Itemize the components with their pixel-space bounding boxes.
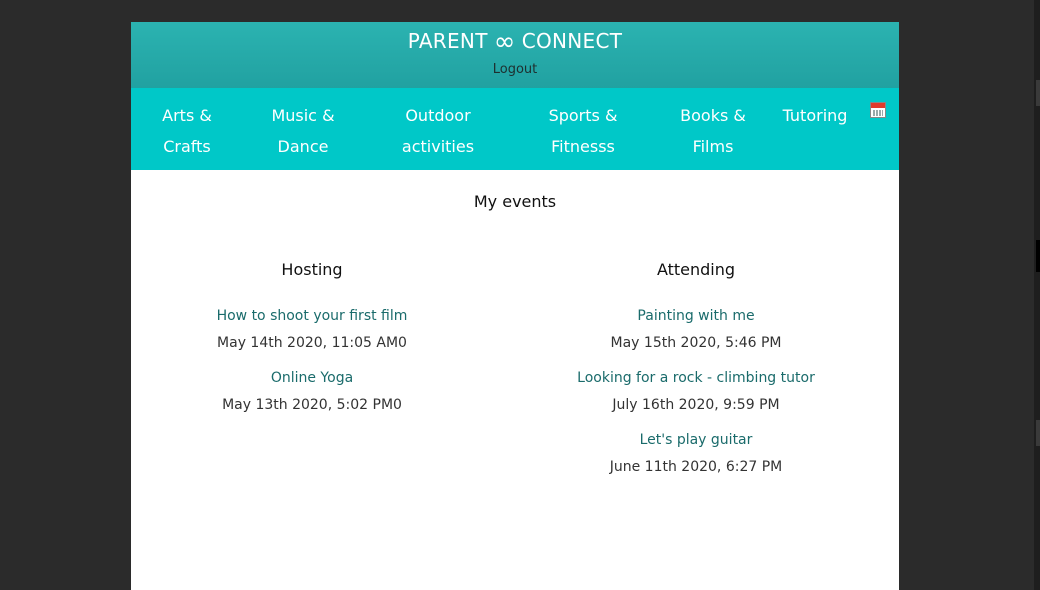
event-date: July 16th 2020, 9:59 PM [612, 397, 780, 413]
attending-column: Attending Painting with me May 15th 2020… [536, 260, 856, 493]
nav-item-label: Sports & [548, 106, 618, 125]
nav-item-label: Dance [277, 137, 329, 156]
event-title-link[interactable]: Painting with me [536, 307, 856, 325]
nav-item-sports-fitness[interactable]: Sports & Fitnesss [533, 100, 633, 162]
event-item: Painting with me May 15th 2020, 5:46 PM [536, 307, 856, 352]
nav-item-label: Arts & [162, 106, 212, 125]
event-date: June 11th 2020, 6:27 PM [609, 459, 783, 475]
event-item: Looking for a rock - climbing tutor July… [536, 369, 856, 414]
category-nav: Arts & Crafts Music & Dance Outdoor acti… [131, 88, 899, 170]
event-date: May 13th 2020, 5:02 PM0 [222, 397, 402, 413]
hosting-column: Hosting How to shoot your first film May… [152, 260, 472, 431]
brand-logo[interactable]: PARENT ∞ CONNECT [131, 22, 899, 57]
nav-item-label: Crafts [163, 137, 211, 156]
calendar-grid [873, 110, 883, 116]
calendar-header [871, 103, 885, 108]
infinity-icon: ∞ [493, 27, 516, 57]
edge-tick [1036, 420, 1040, 446]
header: PARENT ∞ CONNECT Logout [131, 22, 899, 88]
nav-item-label: activities [401, 137, 475, 156]
nav-item-label: Music & [271, 106, 335, 125]
event-title-link[interactable]: Looking for a rock - climbing tutor [536, 369, 856, 387]
event-item: Let's play guitar June 11th 2020, 6:27 P… [536, 431, 856, 476]
attending-heading: Attending [656, 260, 736, 279]
nav-item-label: Tutoring [782, 106, 848, 125]
brand-left: PARENT [407, 29, 488, 53]
nav-item-arts-crafts[interactable]: Arts & Crafts [147, 100, 227, 162]
calendar-icon[interactable] [870, 102, 886, 118]
event-item: Online Yoga May 13th 2020, 5:02 PM0 [152, 369, 472, 414]
edge-tick [1036, 80, 1040, 106]
nav-item-label: Fitnesss [551, 137, 615, 156]
event-date: May 14th 2020, 11:05 AM0 [217, 335, 407, 351]
event-title-link[interactable]: Let's play guitar [536, 431, 856, 449]
event-title-link[interactable]: Online Yoga [152, 369, 472, 387]
edge-tick [1036, 240, 1040, 272]
event-date: May 15th 2020, 5:46 PM [610, 335, 782, 351]
nav-item-outdoor-activities[interactable]: Outdoor activities [388, 100, 488, 162]
nav-item-books-films[interactable]: Books & Films [668, 100, 758, 162]
page-title: My events [473, 192, 557, 211]
event-item: How to shoot your first film May 14th 20… [152, 307, 472, 352]
nav-item-label: Books & [680, 106, 746, 125]
nav-item-tutoring[interactable]: Tutoring [774, 100, 856, 131]
nav-item-label: Outdoor [405, 106, 471, 125]
brand-right: CONNECT [521, 29, 623, 53]
main-content: My events Hosting How to shoot your firs… [131, 170, 899, 590]
nav-item-music-dance[interactable]: Music & Dance [258, 100, 348, 162]
nav-item-label: Films [692, 137, 734, 156]
logout-link[interactable]: Logout [493, 62, 538, 77]
app-page: PARENT ∞ CONNECT Logout Arts & Crafts Mu… [131, 22, 899, 590]
hosting-heading: Hosting [281, 260, 343, 279]
event-title-link[interactable]: How to shoot your first film [152, 307, 472, 325]
